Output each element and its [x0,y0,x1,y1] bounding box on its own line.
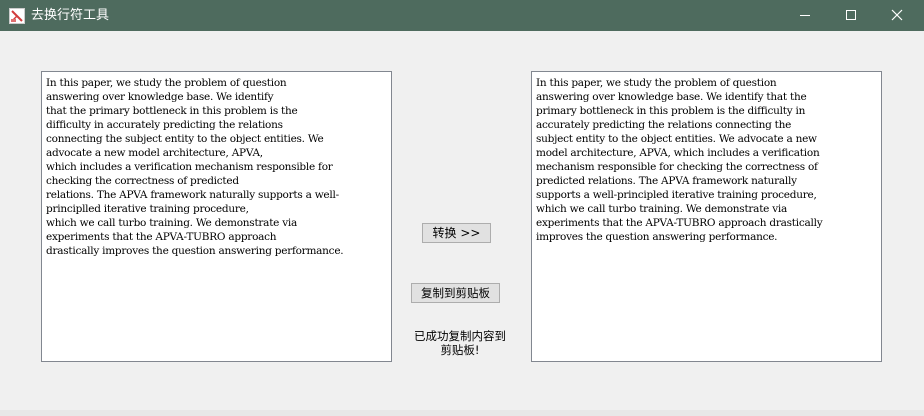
app-window: 去换行符工具 In this paper, we study the probl… [0,0,924,416]
maximize-icon [846,10,856,20]
close-icon [891,9,903,21]
window-bottom-edge [0,410,924,416]
status-line-1: 已成功复制内容到 [414,329,506,343]
window-title: 去换行符工具 [31,8,110,23]
status-line-2: 剪贴板! [440,343,480,357]
minimize-button[interactable] [782,0,828,31]
input-textarea[interactable]: In this paper, we study the problem of q… [41,71,392,362]
title-bar: 去换行符工具 [0,0,924,31]
minimize-icon [800,15,810,16]
app-icon [9,8,25,24]
output-textarea[interactable]: In this paper, we study the problem of q… [531,71,882,362]
status-message: 已成功复制内容到 剪贴板! [400,329,520,357]
maximize-button[interactable] [828,0,874,31]
convert-button[interactable]: 转换 >> [422,223,491,243]
close-button[interactable] [874,0,920,31]
copy-to-clipboard-button[interactable]: 复制到剪贴板 [411,283,500,303]
